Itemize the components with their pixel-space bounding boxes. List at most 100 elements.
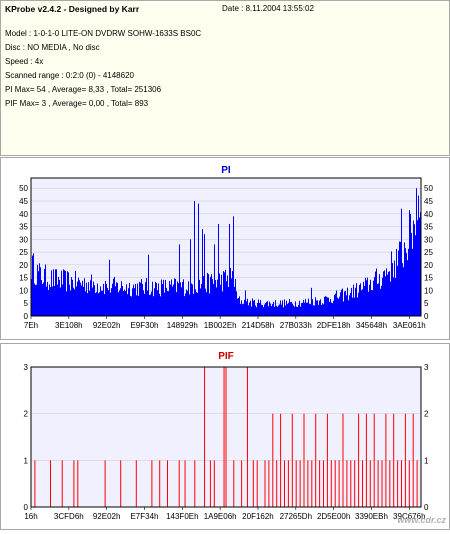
pi-bar xyxy=(411,232,412,316)
pi-bar xyxy=(292,303,293,316)
watermark-text: www.cdr.cz xyxy=(397,515,446,525)
pi-bar xyxy=(46,286,47,316)
pi-bar xyxy=(390,281,391,316)
pi-bar xyxy=(250,300,251,316)
x-tick-label: 2D5E00h xyxy=(317,512,350,521)
pi-bar xyxy=(42,284,43,316)
pi-bar xyxy=(343,301,344,316)
pi-bar xyxy=(311,287,312,316)
pi-bar xyxy=(394,260,395,316)
pi-bar xyxy=(284,299,285,316)
pi-bar xyxy=(159,293,160,316)
pi-bar xyxy=(351,287,352,316)
pi-bar xyxy=(264,304,265,316)
pi-bar xyxy=(290,302,291,316)
pi-bar xyxy=(413,220,414,316)
pi-bar xyxy=(283,307,284,316)
pi-bar xyxy=(41,279,42,316)
pi-bar xyxy=(133,284,134,316)
pi-bar xyxy=(119,290,120,316)
pi-bar xyxy=(214,244,215,316)
y-tick-label-right: 1 xyxy=(424,456,429,465)
pi-bar xyxy=(274,306,275,316)
pi-bar xyxy=(165,279,166,316)
pi-bar xyxy=(149,295,150,316)
pi-bar xyxy=(198,203,199,316)
pi-bar xyxy=(158,283,159,316)
pi-bar xyxy=(146,278,147,316)
pi-bar xyxy=(73,287,74,316)
pi-bar xyxy=(317,300,318,316)
pi-bar xyxy=(246,301,247,316)
pi-bar xyxy=(215,280,216,316)
pi-bar xyxy=(86,282,87,316)
scan-date: Date : 8.11.2004 13:55:02 xyxy=(222,4,314,13)
pi-bar xyxy=(303,299,304,316)
pi-bar xyxy=(204,234,205,316)
pi-bar xyxy=(367,277,368,316)
pi-bar xyxy=(336,290,337,316)
x-tick-label: 27B033h xyxy=(280,321,312,330)
pi-bar xyxy=(233,216,234,316)
pi-bar xyxy=(171,279,172,316)
pi-bar xyxy=(100,286,101,316)
pi-bar xyxy=(114,276,115,316)
y-tick-label-left: 25 xyxy=(19,248,28,257)
pi-bar xyxy=(229,224,230,316)
pi-bar xyxy=(120,288,121,316)
pi-bar xyxy=(208,274,209,316)
pi-bar xyxy=(88,282,89,316)
pi-bar xyxy=(238,298,239,316)
pi-bar xyxy=(301,303,302,316)
pi-bar xyxy=(126,284,127,316)
pi-bar xyxy=(253,300,254,316)
pi-bar xyxy=(348,300,349,316)
pi-bar xyxy=(281,304,282,316)
pi-bar xyxy=(221,274,222,316)
pi-bar xyxy=(58,276,59,316)
chart-title: PI xyxy=(221,165,231,176)
pi-bar xyxy=(167,291,168,316)
pi-bar xyxy=(50,287,51,316)
pi-bar xyxy=(80,282,81,316)
pi-bar xyxy=(174,278,175,316)
pi-bar xyxy=(340,292,341,316)
pi-bar xyxy=(382,277,383,316)
pi-bar xyxy=(271,306,272,316)
pi-bar xyxy=(376,268,377,316)
pi-bar xyxy=(131,296,132,316)
pi-bar xyxy=(408,248,409,316)
pi-bar xyxy=(401,208,402,316)
pi-bar xyxy=(210,276,211,316)
pi-bar xyxy=(388,271,389,316)
pi-bar xyxy=(136,295,137,316)
pi-bar xyxy=(196,292,197,316)
pi-bar xyxy=(302,302,303,316)
pi-bar xyxy=(177,281,178,316)
pi-bar xyxy=(339,296,340,316)
pi-bar xyxy=(347,287,348,316)
pi-chart: PI 0 0 5 5 10 10 15 15 20 20 25 25 30 30 35 35 40 40 45 45 50… xyxy=(19,165,433,330)
pi-bar xyxy=(193,293,194,316)
x-tick-label: 20F162h xyxy=(242,512,274,521)
pi-bar xyxy=(389,271,390,316)
pi-bar xyxy=(103,283,104,316)
pi-bar xyxy=(369,284,370,316)
pi-bar xyxy=(160,296,161,316)
pi-bar xyxy=(252,298,253,316)
pi-bar xyxy=(245,290,246,316)
pi-bar xyxy=(295,301,296,316)
pi-bar xyxy=(384,270,385,316)
pi-bar xyxy=(219,273,220,316)
y-tick-label-left: 0 xyxy=(24,312,29,321)
pi-bar xyxy=(201,283,202,316)
x-tick-label: 1B002Eh xyxy=(204,321,237,330)
pi-bar xyxy=(373,280,374,316)
y-tick-label-right: 0 xyxy=(424,312,429,321)
pi-bar xyxy=(321,304,322,316)
pi-bar xyxy=(145,282,146,316)
pi-bar xyxy=(191,283,192,316)
pi-bar xyxy=(361,290,362,316)
pi-bar xyxy=(135,283,136,316)
pi-bar xyxy=(209,293,210,316)
